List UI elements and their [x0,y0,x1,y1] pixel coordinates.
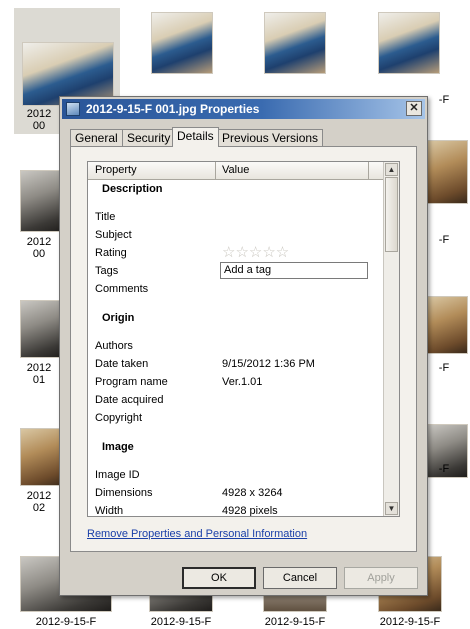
property-label: Rating [95,247,127,259]
thumbnail-item[interactable]: -F [426,90,470,110]
tab-previous-versions[interactable]: Previous Versions [217,129,324,146]
thumbnail-caption: -F [438,463,450,475]
thumbnail-caption: 01 [32,374,46,386]
apply-button[interactable]: Apply [344,567,418,589]
thumbnail-caption: 2012-9-15-F [150,616,212,628]
thumbnail-image [151,12,213,74]
property-row[interactable]: Title [95,208,384,226]
property-row[interactable]: Date taken 9/15/2012 1:36 PM [95,355,384,373]
property-row[interactable]: Program name Ver.1.01 [95,373,384,391]
ok-button[interactable]: OK [182,567,256,589]
property-row[interactable]: Comments [95,280,384,298]
thumbnail-item[interactable]: 2012 00 [14,166,66,266]
property-label: Title [95,211,116,223]
thumbnail-item[interactable]: -F [426,296,470,376]
section-heading-image: Image [102,441,134,453]
property-label: Tags [95,265,119,277]
vertical-scrollbar[interactable]: ▲ ▼ [383,162,399,516]
thumbnail-image [426,296,468,354]
details-panel: Property Value Description Title Subject… [70,146,417,552]
scrollbar-thumb[interactable] [385,177,398,252]
column-divider[interactable] [215,162,216,179]
property-rows: Description Title Subject Rating ☆☆☆☆☆ T… [88,179,384,516]
dialog-title: 2012-9-15-F 001.jpg Properties [86,102,260,116]
thumbnail-caption: -F [438,94,450,106]
thumbnail-caption: 2012-9-15-F [379,616,441,628]
rating-stars[interactable]: ☆☆☆☆☆ [222,245,289,260]
column-header-value[interactable]: Value [222,164,249,176]
thumbnail-item[interactable] [372,8,442,98]
thumbnail-caption: 02 [32,502,46,514]
property-row[interactable]: Dimensions 4928 x 3264 [95,484,384,502]
property-row[interactable]: Image ID [95,466,384,484]
scroll-up-icon[interactable]: ▲ [385,163,398,176]
tab-general[interactable]: General [70,129,123,146]
property-label: Program name [95,376,168,388]
property-list: Property Value Description Title Subject… [87,161,400,517]
thumbnail-item[interactable] [258,8,328,98]
property-value: 4928 pixels [222,505,278,516]
thumbnail-image [426,140,468,204]
property-value: 4928 x 3264 [222,487,283,499]
remove-properties-link[interactable]: Remove Properties and Personal Informati… [87,528,307,540]
dialog-titlebar[interactable]: 2012-9-15-F 001.jpg Properties ✕ [62,99,425,119]
property-label: Subject [95,229,132,241]
thumbnail-item[interactable]: 2012 02 [14,424,66,524]
property-label: Copyright [95,412,143,424]
property-label: Authors [95,340,133,352]
property-row[interactable]: Width 4928 pixels [95,502,384,516]
property-label: Date acquired [95,394,164,406]
thumbnail-item[interactable]: 2012 01 [14,296,66,396]
tab-details[interactable]: Details [172,127,219,147]
property-row[interactable]: Rating ☆☆☆☆☆ [95,244,384,262]
tab-security[interactable]: Security [122,129,176,146]
property-label: Dimensions [95,487,153,499]
thumbnail-caption: 2012 [26,490,52,502]
thumbnail-image [378,12,440,74]
property-list-header: Property Value [88,162,384,180]
thumbnail-item[interactable] [145,8,215,98]
properties-dialog: 2012-9-15-F 001.jpg Properties ✕ General… [59,96,428,596]
thumbnail-caption: -F [438,234,450,246]
property-label: Image ID [95,469,140,481]
column-divider[interactable] [368,162,369,179]
property-value: 9/15/2012 1:36 PM [222,358,315,370]
tags-input[interactable]: Add a tag [220,262,368,279]
thumbnail-item[interactable]: -F [426,140,470,246]
property-row[interactable]: Date acquired [95,391,384,409]
thumbnail-caption: -F [438,362,450,374]
thumbnail-caption: 2012-9-15-F [35,616,97,628]
property-value: Ver.1.01 [222,376,263,388]
section-heading-description: Description [102,183,163,195]
thumbnail-caption: 00 [32,248,46,260]
close-button[interactable]: ✕ [406,101,422,116]
image-file-icon [66,102,80,116]
property-row[interactable]: Authors [95,337,384,355]
thumbnail-item[interactable]: -F [426,424,470,504]
property-label: Width [95,505,124,516]
thumbnail-caption: 2012 [26,362,52,374]
scroll-down-icon[interactable]: ▼ [385,502,398,515]
property-row[interactable]: Tags Add a tag [95,262,384,280]
cancel-button[interactable]: Cancel [263,567,337,589]
section-heading-origin: Origin [102,312,135,324]
property-label: Comments [95,283,149,295]
thumbnail-image [264,12,326,74]
thumbnail-caption: 2012 [26,236,52,248]
property-label: Date taken [95,358,149,370]
property-row[interactable]: Copyright [95,409,384,427]
column-header-property[interactable]: Property [95,164,137,176]
property-row[interactable]: Subject [95,226,384,244]
thumbnail-caption: 2012-9-15-F [264,616,326,628]
